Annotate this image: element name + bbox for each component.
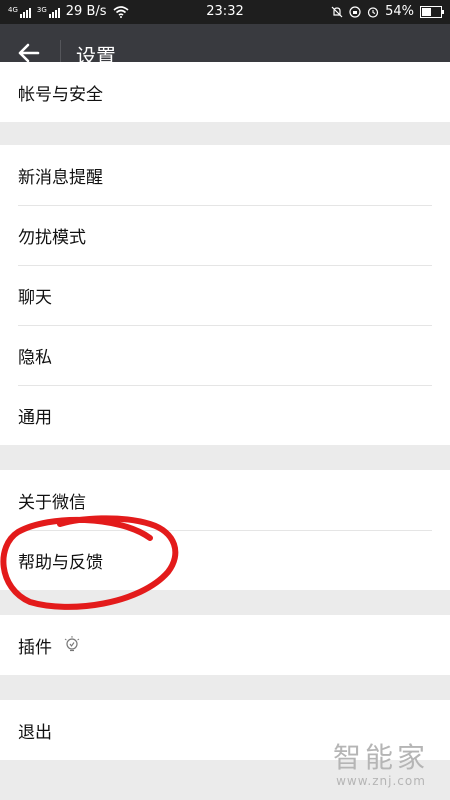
settings-item-do-not-disturb[interactable]: 勿扰模式 xyxy=(0,205,450,265)
watermark: 智能家 www.znj.com xyxy=(326,741,436,789)
settings-item-label: 聊天 xyxy=(18,287,52,308)
watermark-url: www.znj.com xyxy=(336,774,426,788)
settings-item-label: 帮助与反馈 xyxy=(18,552,103,573)
settings-item-label: 插件 xyxy=(18,637,52,658)
settings-item-label: 关于微信 xyxy=(18,492,86,513)
settings-item-chat[interactable]: 聊天 xyxy=(0,265,450,325)
status-bar: 4G 3G 29 B/s 23:32 54% xyxy=(0,0,450,24)
settings-item-about-wechat[interactable]: 关于微信 xyxy=(0,470,450,530)
settings-group-plugins: 插件 xyxy=(0,615,450,675)
rotation-lock-icon xyxy=(349,5,361,18)
settings-group-about: 关于微信 帮助与反馈 xyxy=(0,470,450,590)
settings-item-label: 退出 xyxy=(18,722,52,743)
settings-item-privacy[interactable]: 隐私 xyxy=(0,325,450,385)
settings-item-account-security[interactable]: 帐号与安全 xyxy=(0,62,450,122)
battery-percent: 54% xyxy=(385,4,414,19)
settings-group-account: 帐号与安全 xyxy=(0,62,450,122)
mute-bell-icon xyxy=(331,6,343,17)
settings-item-label: 通用 xyxy=(18,407,52,428)
watermark-brand: 智能家 xyxy=(332,741,429,774)
settings-group-general: 新消息提醒 勿扰模式 聊天 隐私 通用 xyxy=(0,145,450,445)
alarm-clock-icon xyxy=(367,6,379,18)
battery-icon xyxy=(420,5,444,18)
settings-item-label: 帐号与安全 xyxy=(18,84,103,105)
settings-item-plugins[interactable]: 插件 xyxy=(0,615,450,675)
settings-item-general[interactable]: 通用 xyxy=(0,385,450,445)
settings-item-label: 隐私 xyxy=(18,347,52,368)
settings-item-label: 勿扰模式 xyxy=(18,227,86,248)
settings-item-new-message-alerts[interactable]: 新消息提醒 xyxy=(0,145,450,205)
settings-item-help-feedback[interactable]: 帮助与反馈 xyxy=(0,530,450,590)
lightbulb-icon xyxy=(64,636,80,652)
settings-item-label: 新消息提醒 xyxy=(18,167,103,188)
